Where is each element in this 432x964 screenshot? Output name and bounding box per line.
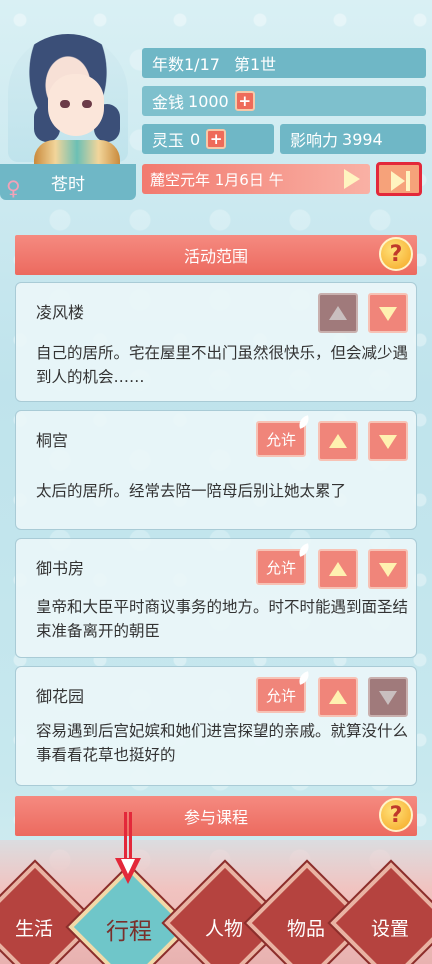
help-icon[interactable]: ? — [379, 798, 413, 832]
course-title: 参与课程 — [183, 808, 248, 827]
help-icon[interactable]: ? — [379, 237, 413, 271]
move-down-button[interactable] — [368, 677, 408, 717]
year-text: 年数1/17 — [152, 55, 220, 74]
tab-schedule-label: 行程 — [106, 919, 152, 945]
female-icon: ♀ — [6, 176, 21, 200]
arrow-down-icon — [379, 307, 397, 321]
money-value: 1000 — [188, 91, 229, 111]
influence-value: 3994 — [342, 129, 383, 149]
red-arrow-inner — [121, 859, 135, 874]
activity-range-header: 活动范围 ? — [15, 235, 417, 275]
date-bar[interactable]: 麓空元年 1月6日 午 — [142, 164, 370, 194]
arrow-up-icon — [329, 562, 347, 576]
arrow-up-icon — [329, 690, 347, 704]
skip-forward-button[interactable] — [376, 162, 422, 196]
allow-button[interactable]: 允许 — [256, 543, 312, 585]
move-up-button[interactable] — [318, 421, 358, 461]
avatar-clothes — [34, 140, 120, 166]
tab-items-label: 物品 — [286, 918, 325, 940]
tab-characters-label: 人物 — [204, 918, 243, 940]
generation-text: 第1世 — [233, 55, 277, 74]
avatar-face — [48, 74, 104, 136]
arrow-up-icon — [329, 434, 347, 448]
allow-button[interactable]: 允许 — [256, 415, 312, 457]
eye-left — [60, 100, 70, 108]
location-name: 凌风楼 — [36, 303, 85, 322]
influence-bar: 影响力 3994 — [280, 124, 426, 154]
location-desc: 容易遇到后宫妃嫔和她们进宫探望的亲戚。就算没什么事看看花草也挺好的 — [36, 722, 409, 764]
tab-life-label: 生活 — [14, 918, 53, 940]
leaf-icon — [296, 671, 312, 685]
arrow-down-icon — [379, 691, 397, 705]
skip-icon — [391, 171, 405, 191]
play-icon[interactable] — [344, 169, 360, 189]
location-desc: 太后的居所。经常去陪一陪母后别让她太累了 — [36, 482, 347, 500]
add-jade-button[interactable]: + — [206, 129, 227, 149]
arrow-down-icon — [379, 435, 397, 449]
move-up-button[interactable] — [318, 677, 358, 717]
skip-icon-bar — [406, 171, 410, 191]
jade-value: 0 — [190, 129, 201, 149]
location-card-yushufang: 御书房 允许 皇帝和大臣平时商议事务的地方。时不时能遇到面圣结束准备离开的朝臣 — [15, 538, 417, 658]
red-arrow-annotation — [124, 812, 132, 860]
move-up-button[interactable] — [318, 549, 358, 589]
money-bar: 金钱 1000 + — [142, 86, 426, 116]
move-up-button[interactable] — [318, 293, 358, 333]
arrow-down-icon — [379, 563, 397, 577]
location-card-tonggong: 桐宫 允许 太后的居所。经常去陪一陪母后别让她太累了 — [15, 410, 417, 530]
character-portrait[interactable]: 苍时 ♀ — [0, 34, 136, 202]
allow-button[interactable]: 允许 — [256, 671, 312, 713]
tab-settings-label: 设置 — [370, 918, 409, 940]
avatar — [8, 34, 128, 166]
date-text: 麓空元年 1月6日 午 — [150, 170, 284, 189]
year-bar: 年数1/17 第1世 — [142, 48, 426, 78]
money-label: 金钱 — [152, 93, 185, 112]
arrow-up-icon — [329, 306, 347, 320]
leaf-icon — [296, 415, 312, 429]
location-name: 御花园 — [36, 687, 85, 706]
jade-bar: 灵玉 0 + — [142, 124, 274, 154]
allow-label: 允许 — [265, 686, 296, 705]
allow-label: 允许 — [265, 430, 296, 449]
activity-range-title: 活动范围 — [183, 247, 248, 266]
location-name: 桐宫 — [36, 431, 69, 450]
move-down-button[interactable] — [368, 549, 408, 589]
location-card-yuhuayuan: 御花园 允许 容易遇到后宫妃嫔和她们进宫探望的亲戚。就算没什么事看看花草也挺好的 — [15, 666, 417, 786]
location-desc: 皇帝和大臣平时商议事务的地方。时不时能遇到面圣结束准备离开的朝臣 — [36, 598, 409, 640]
location-desc: 自己的居所。宅在屋里不出门虽然很快乐，但会减少遇到人的机会…… — [36, 344, 409, 386]
influence-label: 影响力 — [290, 131, 339, 150]
add-money-button[interactable]: + — [234, 91, 255, 111]
move-down-button[interactable] — [368, 421, 408, 461]
leaf-icon — [296, 543, 312, 557]
location-card-lingfenglou: 凌风楼 自己的居所。宅在屋里不出门虽然很快乐，但会减少遇到人的机会…… — [15, 282, 417, 402]
location-name: 御书房 — [36, 559, 85, 578]
allow-label: 允许 — [265, 558, 296, 577]
jade-label: 灵玉 — [152, 131, 185, 150]
eye-right — [82, 100, 92, 108]
move-down-button[interactable] — [368, 293, 408, 333]
course-header: 参与课程 ? — [15, 796, 417, 836]
